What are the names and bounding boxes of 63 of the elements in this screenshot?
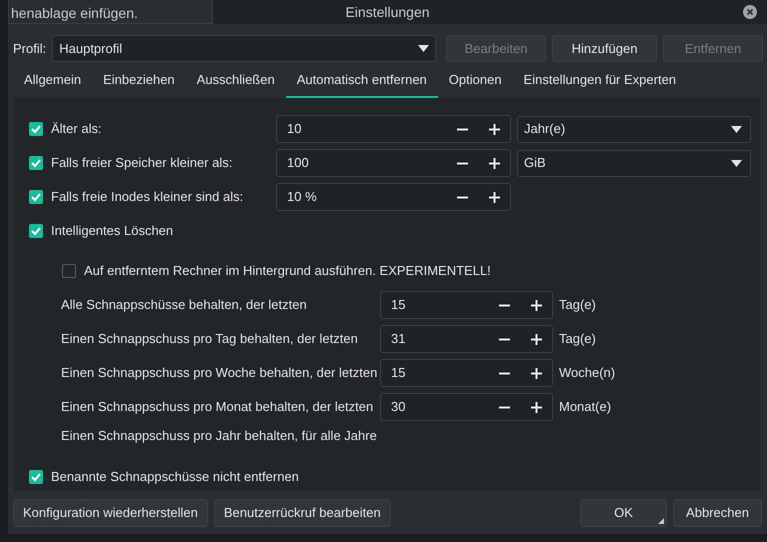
spin-value: 10 % — [287, 188, 318, 206]
window-title: Einstellungen — [345, 2, 430, 22]
spin-value: 15 — [391, 296, 406, 314]
plus-icon — [530, 368, 542, 378]
unit-label: Monat(e) — [559, 398, 612, 416]
checkbox[interactable] — [29, 122, 43, 136]
footer-button[interactable]: Benutzerrückruf bearbeiten — [214, 499, 391, 527]
checkbox[interactable] — [29, 470, 43, 484]
rule-label: Falls freier Speicher kleiner als: — [51, 154, 234, 172]
profile-button[interactable]: Hinzufügen — [552, 35, 658, 62]
checkbox[interactable] — [62, 264, 76, 278]
plus-icon — [488, 158, 500, 168]
plus-icon — [530, 300, 542, 310]
keep-label: Einen Schnappschuss pro Woche behalten, der letzten — [61, 364, 378, 382]
spin-box[interactable]: 100 — [276, 149, 511, 177]
keep-label: Alle Schnappschüsse behalten, der letzten — [61, 296, 308, 314]
dialog-button[interactable]: OK — [580, 499, 667, 527]
spin-value: 30 — [391, 398, 406, 416]
plus-icon — [530, 402, 542, 412]
spin-value: 15 — [391, 364, 406, 382]
checkbox[interactable] — [29, 224, 43, 238]
spin-box[interactable]: 30 — [380, 393, 553, 421]
caret-icon — [731, 126, 742, 132]
spin-value: 100 — [287, 154, 310, 172]
unit-label: Woche(n) — [559, 364, 616, 382]
rule-label: Falls freie Inodes kleiner sind als: — [51, 188, 244, 206]
spin-box[interactable]: 15 — [380, 291, 553, 319]
caret-icon — [731, 160, 742, 166]
option-label: Benannte Schnappschüsse nicht entfernen — [51, 468, 299, 486]
profile-label: Profil: — [13, 40, 46, 58]
spin-box[interactable]: 10 % — [276, 183, 511, 211]
plus-icon — [488, 192, 500, 202]
footer-button[interactable]: Konfiguration wiederherstellen — [13, 499, 208, 527]
checkbox[interactable] — [29, 156, 43, 170]
tab[interactable]: Einstellungen für Experten — [512, 70, 688, 98]
keep-label: Einen Schnappschuss pro Tag behalten, der letzten — [61, 330, 359, 348]
tab[interactable]: Optionen — [438, 70, 513, 98]
unit-dropdown[interactable]: Jahr(e) — [517, 116, 751, 142]
unit-label: Tag(e) — [559, 296, 596, 314]
spin-box[interactable]: 10 — [276, 115, 511, 143]
unit-label: Tag(e) — [559, 330, 596, 348]
spin-box[interactable]: 31 — [380, 325, 553, 353]
tab[interactable]: Ausschließen — [186, 70, 286, 98]
spin-value: 31 — [391, 330, 406, 348]
option-label: Intelligentes Löschen — [51, 222, 174, 240]
checkbox[interactable] — [29, 190, 43, 204]
corner-icon — [658, 518, 664, 524]
rule-label: Älter als: — [51, 120, 103, 138]
keep-label: Einen Schnappschuss pro Monat behalten, der letzten — [61, 398, 374, 416]
tab[interactable]: Allgemein — [13, 70, 92, 98]
caret-icon — [418, 45, 430, 52]
keep-label: Einen Schnappschuss pro Jahr behalten, für alle Jahre — [61, 427, 377, 446]
option-label: Auf entferntem Rechner im Hintergrund ausführen. EXPERIMENTELL! — [84, 262, 491, 280]
plus-icon — [530, 334, 542, 344]
dialog-button[interactable]: Abbrechen — [673, 499, 762, 527]
spin-value: 10 — [287, 120, 302, 138]
close-icon[interactable] — [743, 5, 757, 19]
unit-dropdown[interactable]: GiB — [517, 150, 751, 176]
tooltip: henablage einfügen. — [8, 0, 213, 24]
spin-box[interactable]: 15 — [380, 359, 553, 387]
profile-dropdown[interactable]: Hauptprofil — [52, 35, 436, 62]
tab[interactable]: Einbeziehen — [92, 70, 186, 98]
plus-icon — [488, 124, 500, 134]
